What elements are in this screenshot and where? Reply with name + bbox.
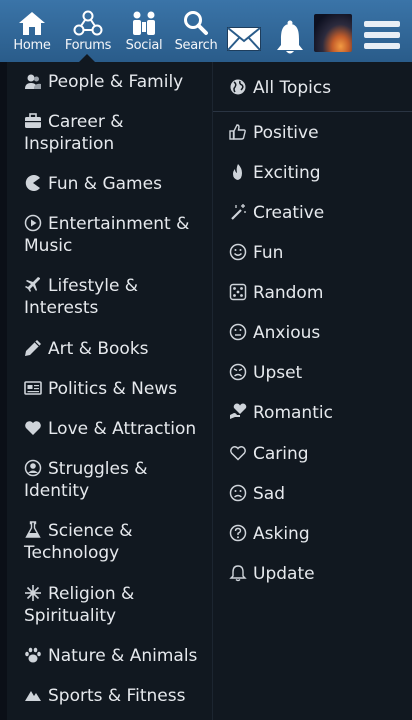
magic-wand-icon <box>229 203 247 221</box>
dice-icon <box>229 283 247 301</box>
topic-all[interactable]: All Topics <box>229 77 409 99</box>
nav-home-button[interactable]: Home <box>4 10 60 62</box>
category-art-books[interactable]: Art & Books <box>24 338 204 360</box>
topic-sad[interactable]: Sad <box>229 483 409 505</box>
category-politics-news[interactable]: Politics & News <box>24 378 204 400</box>
topic-romantic[interactable]: Romantic <box>229 402 409 424</box>
heart-icon <box>24 419 42 437</box>
pencil-icon <box>24 339 42 357</box>
topic-label: Upset <box>253 363 303 383</box>
category-sports-fitness[interactable]: Sports & Fitness <box>24 685 204 707</box>
topic-creative[interactable]: Creative <box>229 202 409 224</box>
heart-outline-icon <box>229 444 247 462</box>
category-love-attraction[interactable]: Love & Attraction <box>24 418 204 440</box>
plane-icon <box>24 276 42 294</box>
nav-forums-label: Forums <box>64 38 112 53</box>
nav-social-label: Social <box>125 38 163 53</box>
thumbs-up-icon <box>229 123 247 141</box>
category-label: People & Family <box>48 72 184 92</box>
category-entertainment-music[interactable]: Entertainment & Music <box>24 213 204 257</box>
bell-icon <box>275 20 305 60</box>
envelope-icon <box>226 27 262 56</box>
newspaper-icon <box>24 379 42 397</box>
briefcase-icon <box>24 112 42 130</box>
notifications-button[interactable] <box>275 20 305 60</box>
category-label: Politics & News <box>48 379 178 399</box>
category-label: Nature & Animals <box>48 646 198 666</box>
bell-icon <box>229 564 247 582</box>
nav-search-button[interactable]: Search <box>168 10 224 62</box>
play-icon <box>24 214 42 232</box>
hamburger-menu-icon <box>364 21 400 54</box>
search-icon <box>168 10 224 36</box>
messages-button[interactable] <box>226 26 262 56</box>
flask-icon <box>24 521 42 539</box>
social-icon <box>116 10 172 36</box>
neutral-face-icon <box>229 323 247 341</box>
nav-home-label: Home <box>13 38 51 53</box>
category-struggles-identity[interactable]: Struggles & Identity <box>24 458 204 502</box>
paw-icon <box>24 646 42 664</box>
category-label: Sports & Fitness <box>48 686 186 706</box>
nav-search-label: Search <box>174 38 218 53</box>
topic-upset[interactable]: Upset <box>229 362 409 384</box>
column-divider <box>212 62 213 720</box>
sad-face-icon <box>229 484 247 502</box>
topic-asking[interactable]: Asking <box>229 523 409 545</box>
main-menu-button[interactable] <box>364 20 400 54</box>
sparkle-icon <box>24 584 42 602</box>
flame-icon <box>229 163 247 181</box>
question-icon <box>229 524 247 542</box>
category-science-technology[interactable]: Science & Technology <box>24 520 204 564</box>
topic-label: Exciting <box>253 163 321 183</box>
topic-label: Caring <box>253 444 309 464</box>
heart-hand-icon <box>229 403 247 421</box>
category-label: Fun & Games <box>48 174 162 194</box>
topic-fun[interactable]: Fun <box>229 242 409 264</box>
category-religion-spirituality[interactable]: Religion & Spirituality <box>24 583 204 627</box>
topic-update[interactable]: Update <box>229 563 409 585</box>
topic-positive[interactable]: Positive <box>229 122 409 144</box>
mountain-icon <box>24 686 42 704</box>
category-lifestyle-interests[interactable]: Lifestyle & Interests <box>24 275 204 319</box>
home-icon <box>4 10 60 36</box>
top-navigation-bar: Home Forums Social Search <box>0 0 412 62</box>
category-people-family[interactable]: People & Family <box>24 71 204 93</box>
topic-label: Asking <box>253 524 310 544</box>
topic-label: All Topics <box>253 78 332 98</box>
category-career-inspiration[interactable]: Career & Inspiration <box>24 111 204 155</box>
user-circle-icon <box>24 459 42 477</box>
category-nature-animals[interactable]: Nature & Animals <box>24 645 204 667</box>
topic-label: Sad <box>253 484 285 504</box>
category-label: Entertainment & Music <box>24 214 190 256</box>
forums-icon <box>60 10 116 36</box>
people-icon <box>24 72 42 90</box>
profile-avatar[interactable] <box>314 14 352 52</box>
topic-label: Random <box>253 283 324 303</box>
category-fun-games[interactable]: Fun & Games <box>24 173 204 195</box>
topic-caring[interactable]: Caring <box>229 443 409 465</box>
globe-icon <box>229 78 247 96</box>
pacman-icon <box>24 174 42 192</box>
topic-label: Creative <box>253 203 325 223</box>
topic-exciting[interactable]: Exciting <box>229 162 409 184</box>
topic-anxious[interactable]: Anxious <box>229 322 409 344</box>
nav-social-button[interactable]: Social <box>116 10 172 62</box>
topic-label: Positive <box>253 123 319 143</box>
topics-divider <box>213 111 412 112</box>
topic-label: Romantic <box>253 403 333 423</box>
topic-label: Update <box>253 564 315 584</box>
upset-face-icon <box>229 363 247 381</box>
category-label: Art & Books <box>48 339 149 359</box>
topic-label: Anxious <box>253 323 321 343</box>
topic-label: Fun <box>253 243 284 263</box>
category-label: Struggles & Identity <box>24 459 148 501</box>
topic-random[interactable]: Random <box>229 282 409 304</box>
category-label: Love & Attraction <box>48 419 197 439</box>
smile-icon <box>229 243 247 261</box>
